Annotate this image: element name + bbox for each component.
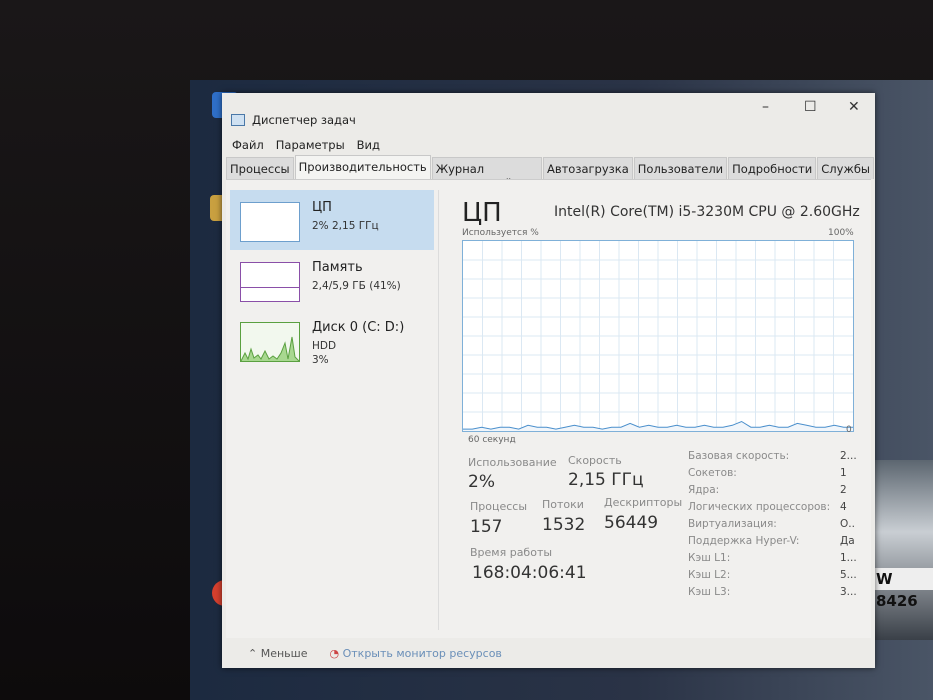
usage-label: Использование — [468, 456, 557, 469]
tab-bar: Процессы Производительность Журнал прило… — [226, 155, 875, 190]
cpu-details: ЦП Intel(R) Core(TM) i5-3230M CPU @ 2.60… — [456, 180, 871, 638]
spec-label: Логических процессоров: — [688, 501, 831, 513]
processes-label: Процессы — [470, 500, 528, 513]
cpu-graph-svg — [463, 241, 853, 431]
spec-value: 1 — [840, 467, 847, 479]
footer: ⌃ Меньше ◔ Открыть монитор ресурсов — [248, 647, 502, 660]
spec-label: Ядра: — [688, 484, 720, 496]
speed-label: Скорость — [568, 454, 622, 467]
graph-time-span: 60 секунд — [468, 435, 516, 445]
task-manager-icon — [231, 114, 245, 126]
threads-label: Потоки — [542, 498, 584, 511]
resource-list: ЦП 2% 2,15 ГГц Память 2,4/5,9 ГБ (41%) Д… — [230, 190, 434, 370]
spec-value: 5... — [840, 569, 857, 581]
spec-label: Базовая скорость: — [688, 450, 790, 462]
cpu-thumbnail — [240, 202, 300, 242]
graph-min: 0 — [846, 425, 852, 435]
resource-value: 2,4/5,9 ГБ (41%) — [312, 280, 401, 292]
pane-divider[interactable] — [438, 190, 439, 630]
uptime-label: Время работы — [470, 546, 553, 559]
threads-value: 1532 — [542, 515, 586, 535]
graph-max: 100% — [828, 228, 854, 238]
spec-value: О.. — [840, 518, 855, 530]
spec-label: Виртуализация: — [688, 518, 777, 530]
spec-label: Сокетов: — [688, 467, 737, 479]
spec-label: Кэш L2: — [688, 569, 731, 581]
tab-performance[interactable]: Производительность — [294, 155, 431, 180]
uptime-value: 168:04:06:41 — [472, 563, 587, 583]
menu-view[interactable]: Вид — [357, 138, 380, 152]
fewer-details-button[interactable]: ⌃ Меньше — [248, 647, 308, 660]
tab-processes[interactable]: Процессы — [226, 157, 294, 179]
task-manager-window: Диспетчер задач – ☐ ✕ Файл Параметры Вид… — [222, 93, 875, 668]
resource-value: HDD 3% — [312, 339, 336, 367]
maximize-button[interactable]: ☐ — [804, 99, 817, 115]
menu-options[interactable]: Параметры — [276, 138, 345, 152]
title-bar: Диспетчер задач – ☐ ✕ — [222, 93, 875, 139]
cpu-heading: ЦП — [462, 198, 502, 228]
cpu-model: Intel(R) Core(TM) i5-3230M CPU @ 2.60GHz — [554, 204, 860, 220]
disk-sparkline — [240, 336, 300, 362]
spec-label: Кэш L3: — [688, 586, 731, 598]
window-title: Диспетчер задач — [252, 113, 356, 127]
disk-thumbnail — [240, 322, 300, 362]
handles-label: Дескрипторы — [604, 496, 683, 509]
menu-file[interactable]: Файл — [232, 138, 264, 152]
minimize-button[interactable]: – — [762, 99, 769, 115]
tab-startup[interactable]: Автозагрузка — [542, 157, 633, 179]
disk-usage: 3% — [312, 354, 329, 366]
open-resource-monitor-link[interactable]: ◔ Открыть монитор ресурсов — [330, 647, 502, 660]
spec-label: Кэш L1: — [688, 552, 731, 564]
memory-thumbnail — [240, 262, 300, 302]
disk-type: HDD — [312, 340, 337, 352]
menu-bar: Файл Параметры Вид — [232, 138, 380, 152]
spec-value: 2... — [840, 450, 857, 462]
resource-monitor-label: Открыть монитор ресурсов — [342, 647, 502, 660]
handles-value: 56449 — [604, 513, 659, 533]
close-button[interactable]: ✕ — [848, 99, 860, 115]
usage-value: 2% — [468, 472, 495, 492]
resource-name: Диск 0 (C: D:) — [312, 320, 405, 335]
resource-cpu[interactable]: ЦП 2% 2,15 ГГц — [230, 190, 434, 250]
chevron-up-icon: ⌃ — [248, 647, 261, 660]
wallpaper-car — [870, 460, 933, 640]
cpu-graph — [462, 240, 854, 432]
fewer-details-label: Меньше — [260, 647, 308, 660]
resource-name: ЦП — [312, 200, 332, 215]
license-plate: W 8426 — [872, 568, 933, 610]
spec-value: 2 — [840, 484, 847, 496]
resource-name: Память — [312, 260, 363, 275]
processes-value: 157 — [470, 517, 503, 537]
spec-value: 1... — [840, 552, 857, 564]
resource-value: 2% 2,15 ГГц — [312, 220, 379, 232]
graph-label: Используется % — [462, 228, 539, 238]
spec-value: 4 — [840, 501, 847, 513]
performance-panel: ЦП 2% 2,15 ГГц Память 2,4/5,9 ГБ (41%) Д… — [226, 179, 871, 638]
tab-services[interactable]: Службы — [817, 157, 874, 179]
resource-monitor-icon: ◔ — [329, 647, 343, 660]
tab-users[interactable]: Пользователи — [633, 157, 728, 179]
resource-memory[interactable]: Память 2,4/5,9 ГБ (41%) — [230, 250, 434, 310]
tab-app-history[interactable]: Журнал приложений — [431, 157, 542, 190]
tab-details[interactable]: Подробности — [728, 157, 817, 179]
resource-disk[interactable]: Диск 0 (C: D:) HDD 3% — [230, 310, 434, 370]
spec-label: Поддержка Hyper-V: — [688, 535, 800, 547]
speed-value: 2,15 ГГц — [568, 470, 644, 490]
spec-value: Да — [840, 535, 855, 547]
spec-value: 3... — [840, 586, 857, 598]
